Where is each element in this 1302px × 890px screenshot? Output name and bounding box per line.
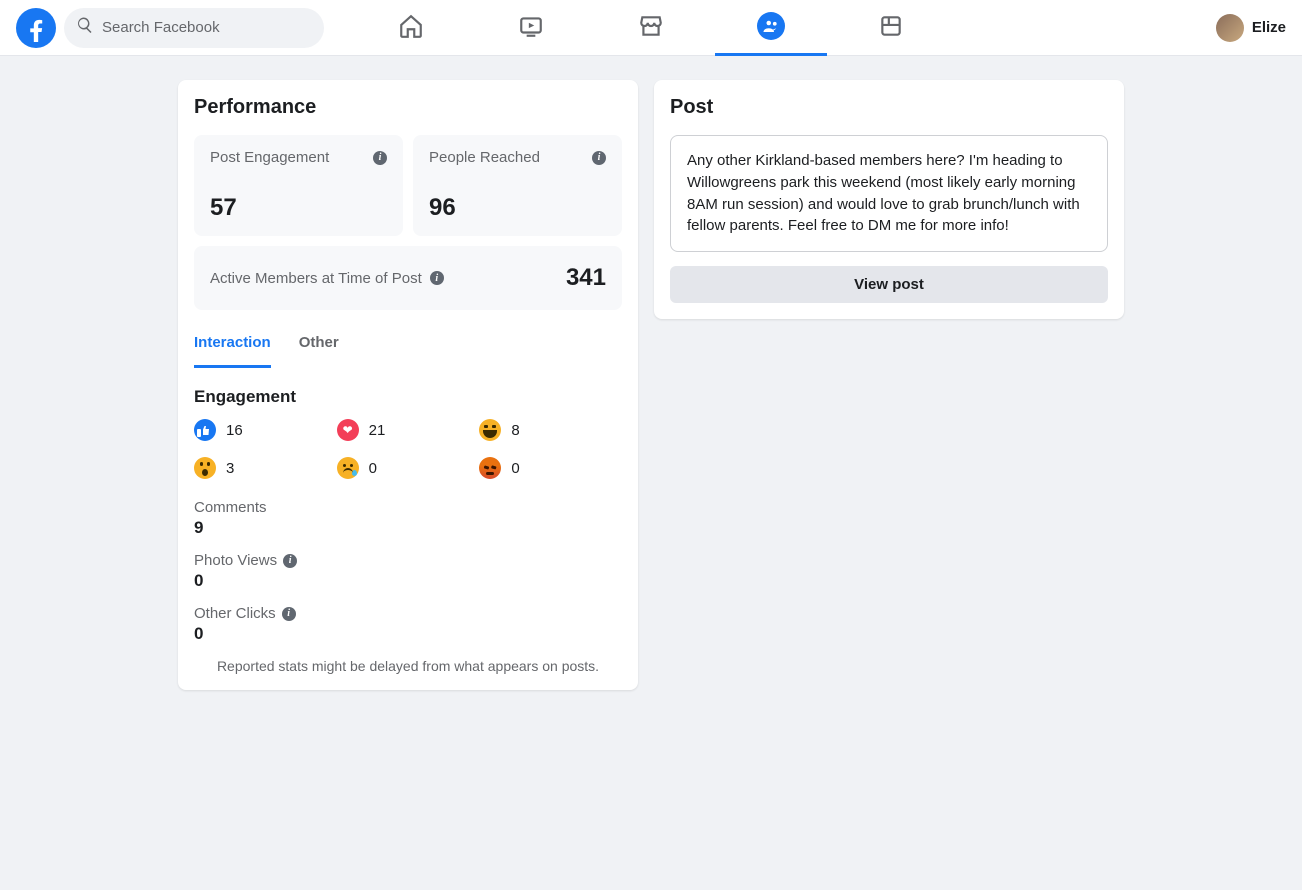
like-icon xyxy=(194,419,216,441)
active-members-value: 341 xyxy=(566,264,606,292)
post-card: Post Any other Kirkland-based members he… xyxy=(654,80,1124,319)
info-icon[interactable] xyxy=(430,271,444,285)
top-bar: Elize xyxy=(0,0,1302,56)
haha-icon xyxy=(479,419,501,441)
reaction-love-count: 21 xyxy=(369,422,386,439)
people-reached-box: People Reached 96 xyxy=(413,135,622,236)
reaction-love: 21 xyxy=(337,419,480,441)
post-engagement-label: Post Engagement xyxy=(210,149,329,166)
reaction-wow: 3 xyxy=(194,457,337,479)
nav-marketplace[interactable] xyxy=(595,0,707,56)
post-engagement-value: 57 xyxy=(210,194,387,222)
main-content: Performance Post Engagement 57 People Re… xyxy=(0,56,1302,714)
reaction-like: 16 xyxy=(194,419,337,441)
avatar xyxy=(1216,14,1244,42)
wow-icon xyxy=(194,457,216,479)
reaction-sad: 0 xyxy=(337,457,480,479)
photo-views-value: 0 xyxy=(194,571,622,591)
info-icon[interactable] xyxy=(282,607,296,621)
people-reached-value: 96 xyxy=(429,194,606,222)
reaction-haha: 8 xyxy=(479,419,622,441)
nav-tabs xyxy=(355,0,947,56)
active-members-label: Active Members at Time of Post xyxy=(210,270,422,287)
search-icon xyxy=(76,16,102,39)
people-reached-label: People Reached xyxy=(429,149,540,166)
tab-interaction[interactable]: Interaction xyxy=(194,334,271,368)
info-icon[interactable] xyxy=(283,554,297,568)
engagement-heading: Engagement xyxy=(194,387,622,407)
info-icon[interactable] xyxy=(592,151,606,165)
reaction-sad-count: 0 xyxy=(369,460,377,477)
info-icon[interactable] xyxy=(373,151,387,165)
other-clicks-metric: Other Clicks 0 xyxy=(194,605,622,644)
reaction-haha-count: 8 xyxy=(511,422,519,439)
comments-label: Comments xyxy=(194,499,622,516)
search-input[interactable] xyxy=(102,19,312,36)
perf-tabs: Interaction Other xyxy=(194,334,622,369)
reaction-angry: 0 xyxy=(479,457,622,479)
nav-home[interactable] xyxy=(355,0,467,56)
post-engagement-box: Post Engagement 57 xyxy=(194,135,403,236)
view-post-button[interactable]: View post xyxy=(670,266,1108,303)
other-clicks-value: 0 xyxy=(194,624,622,644)
post-title: Post xyxy=(670,96,1108,119)
other-clicks-label: Other Clicks xyxy=(194,605,276,622)
tab-other[interactable]: Other xyxy=(299,334,339,368)
photo-views-label: Photo Views xyxy=(194,552,277,569)
nav-gaming[interactable] xyxy=(835,0,947,56)
performance-card: Performance Post Engagement 57 People Re… xyxy=(178,80,638,690)
search-field[interactable] xyxy=(64,8,324,48)
love-icon xyxy=(337,419,359,441)
nav-groups[interactable] xyxy=(715,0,827,56)
active-members-box: Active Members at Time of Post 341 xyxy=(194,246,622,310)
topbar-profile[interactable]: Elize xyxy=(1216,14,1286,42)
performance-title: Performance xyxy=(194,96,622,119)
nav-watch[interactable] xyxy=(475,0,587,56)
groups-icon xyxy=(757,12,785,40)
reactions-grid: 16 21 8 3 0 0 xyxy=(194,419,622,479)
comments-metric: Comments 9 xyxy=(194,499,622,538)
angry-icon xyxy=(479,457,501,479)
reaction-like-count: 16 xyxy=(226,422,243,439)
post-body: Any other Kirkland-based members here? I… xyxy=(670,135,1108,252)
reaction-wow-count: 3 xyxy=(226,460,234,477)
reaction-angry-count: 0 xyxy=(511,460,519,477)
stats-disclaimer: Reported stats might be delayed from wha… xyxy=(194,658,622,674)
username-label: Elize xyxy=(1252,19,1286,36)
sad-icon xyxy=(337,457,359,479)
facebook-logo[interactable] xyxy=(16,8,56,48)
photo-views-metric: Photo Views 0 xyxy=(194,552,622,591)
comments-value: 9 xyxy=(194,518,622,538)
